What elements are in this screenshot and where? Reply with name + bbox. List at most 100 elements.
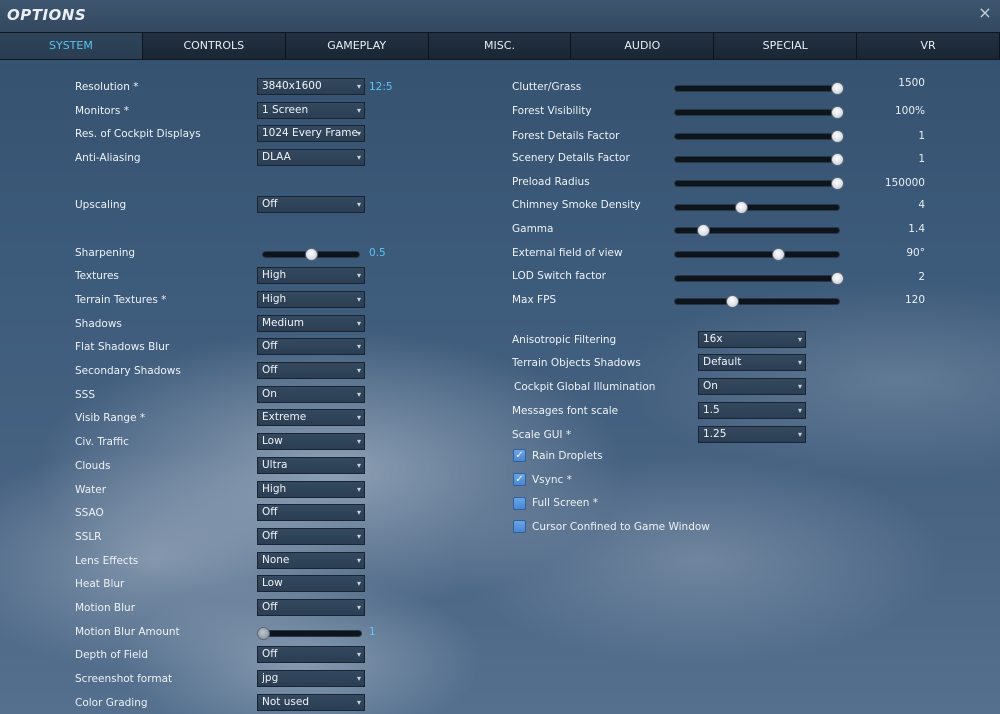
chimney-smoke-slider[interactable] (674, 201, 840, 214)
chevron-down-icon: ▾ (356, 129, 361, 138)
preload-radius-knob[interactable] (831, 177, 844, 190)
screenshot-format-dropdown[interactable]: jpg ▾ (257, 670, 365, 687)
cockpit-gi-value: On (703, 380, 718, 392)
chevron-down-icon: ▾ (356, 390, 361, 399)
flat-shadows-blur-dropdown[interactable]: Off ▾ (257, 338, 365, 355)
sharpening-value: 0.5 (369, 247, 386, 259)
full-screen-checkbox[interactable] (513, 497, 526, 510)
lod-switch-value: 2 (918, 271, 925, 283)
scenery-details-slider[interactable] (674, 153, 844, 166)
sss-dropdown[interactable]: On ▾ (257, 386, 365, 403)
preload-radius-slider[interactable] (674, 177, 844, 190)
chevron-down-icon: ▾ (356, 200, 361, 209)
anti-aliasing-dropdown[interactable]: DLAA ▾ (257, 149, 365, 166)
chimney-smoke-value: 4 (918, 199, 925, 211)
terrain-textures-label: Terrain Textures * (75, 294, 167, 306)
cockpit-gi-dropdown[interactable]: On ▾ (698, 378, 806, 395)
sslr-dropdown[interactable]: Off ▾ (257, 528, 365, 545)
clutter-grass-value: 1500 (898, 77, 925, 89)
terrain-objects-shadows-dropdown[interactable]: Default ▾ (698, 354, 806, 371)
scenery-details-knob[interactable] (831, 153, 844, 166)
messages-font-scale-dropdown[interactable]: 1.5 ▾ (698, 402, 806, 419)
color-grading-label: Color Grading (75, 697, 148, 709)
forest-visibility-knob[interactable] (831, 106, 844, 119)
chevron-down-icon: ▾ (356, 437, 361, 446)
visib-range-dropdown[interactable]: Extreme ▾ (257, 409, 365, 426)
water-dropdown[interactable]: High ▾ (257, 481, 365, 498)
scale-gui-dropdown[interactable]: 1.25 ▾ (698, 426, 806, 443)
motion-blur-amount-knob[interactable] (257, 627, 270, 640)
tab-system[interactable]: SYSTEM (0, 33, 143, 59)
secondary-shadows-dropdown[interactable]: Off ▾ (257, 362, 365, 379)
lens-effects-label: Lens Effects (75, 555, 139, 567)
shadows-dropdown[interactable]: Medium ▾ (257, 315, 365, 332)
gamma-slider[interactable] (674, 224, 840, 237)
messages-font-scale-value: 1.5 (703, 404, 720, 416)
max-fps-label: Max FPS (512, 294, 557, 306)
cockpit-gi-label: Cockpit Global Illumination (514, 381, 656, 393)
chevron-down-icon: ▾ (356, 271, 361, 280)
tab-controls[interactable]: CONTROLS (142, 33, 286, 59)
lod-switch-slider[interactable] (674, 272, 844, 285)
textures-value: High (262, 269, 287, 281)
max-fps-slider[interactable] (674, 295, 840, 308)
resolution-dropdown[interactable]: 3840x1600 ▾ (257, 78, 365, 95)
motion-blur-dropdown[interactable]: Off ▾ (257, 599, 365, 616)
tab-special[interactable]: SPECIAL (714, 33, 858, 59)
upscaling-dropdown[interactable]: Off ▾ (257, 196, 365, 213)
forest-visibility-slider[interactable] (674, 106, 844, 119)
res-cockpit-label: Res. of Cockpit Displays (75, 128, 201, 140)
sharpening-slider-knob[interactable] (305, 248, 318, 261)
forest-details-slider[interactable] (674, 130, 844, 143)
tab-misc[interactable]: MISC. (428, 33, 572, 59)
chevron-down-icon: ▾ (797, 382, 802, 391)
clutter-grass-knob[interactable] (831, 82, 844, 95)
max-fps-knob[interactable] (726, 295, 740, 308)
tab-gameplay[interactable]: GAMEPLAY (285, 33, 429, 59)
civ-traffic-dropdown[interactable]: Low ▾ (257, 433, 365, 450)
color-grading-dropdown[interactable]: Not used ▾ (257, 694, 365, 711)
chimney-smoke-knob[interactable] (734, 201, 748, 214)
clutter-grass-slider[interactable] (674, 82, 844, 95)
forest-details-knob[interactable] (831, 130, 844, 143)
depth-of-field-dropdown[interactable]: Off ▾ (257, 646, 365, 663)
external-fov-slider[interactable] (674, 248, 840, 261)
upscaling-label: Upscaling (75, 199, 127, 211)
lod-switch-knob[interactable] (831, 272, 844, 285)
textures-label: Textures (75, 270, 119, 282)
preload-radius-value: 150000 (884, 177, 925, 189)
rain-droplets-checkbox[interactable]: ✓ (513, 449, 526, 462)
textures-dropdown[interactable]: High ▾ (257, 267, 365, 284)
cursor-confined-checkbox[interactable] (513, 520, 526, 533)
anti-aliasing-value: DLAA (262, 151, 291, 163)
anisotropic-dropdown[interactable]: 16x ▾ (698, 331, 806, 348)
chevron-down-icon: ▾ (356, 698, 361, 707)
external-fov-label: External field of view (512, 247, 623, 259)
resolution-value: 3840x1600 (262, 80, 322, 92)
tab-audio[interactable]: AUDIO (571, 33, 715, 59)
motion-blur-amount-slider[interactable] (257, 627, 362, 640)
title-bar: OPTIONS × (0, 0, 1000, 32)
ssao-dropdown[interactable]: Off ▾ (257, 504, 365, 521)
external-fov-knob[interactable] (772, 248, 786, 261)
forest-details-label: Forest Details Factor (512, 130, 620, 142)
clutter-grass-label: Clutter/Grass (512, 81, 582, 93)
tab-bar: SYSTEM CONTROLS GAMEPLAY MISC. AUDIO SPE… (0, 32, 1000, 60)
close-icon[interactable]: × (976, 4, 994, 22)
terrain-textures-dropdown[interactable]: High ▾ (257, 291, 365, 308)
forest-details-value: 1 (918, 130, 925, 142)
vsync-checkbox[interactable]: ✓ (513, 473, 526, 486)
gamma-knob[interactable] (696, 224, 710, 237)
chevron-down-icon: ▾ (356, 153, 361, 162)
clouds-dropdown[interactable]: Ultra ▾ (257, 457, 365, 474)
res-cockpit-dropdown[interactable]: 1024 Every Frame ▾ (257, 125, 365, 142)
monitors-dropdown[interactable]: 1 Screen ▾ (257, 102, 365, 119)
heat-blur-dropdown[interactable]: Low ▾ (257, 575, 365, 592)
gamma-value: 1.4 (908, 223, 925, 235)
chevron-down-icon: ▾ (356, 508, 361, 517)
sharpening-slider[interactable] (262, 248, 360, 261)
tab-vr[interactable]: VR (857, 33, 1000, 59)
chevron-down-icon: ▾ (356, 532, 361, 541)
sharpening-label: Sharpening (75, 247, 136, 259)
lens-effects-dropdown[interactable]: None ▾ (257, 552, 365, 569)
